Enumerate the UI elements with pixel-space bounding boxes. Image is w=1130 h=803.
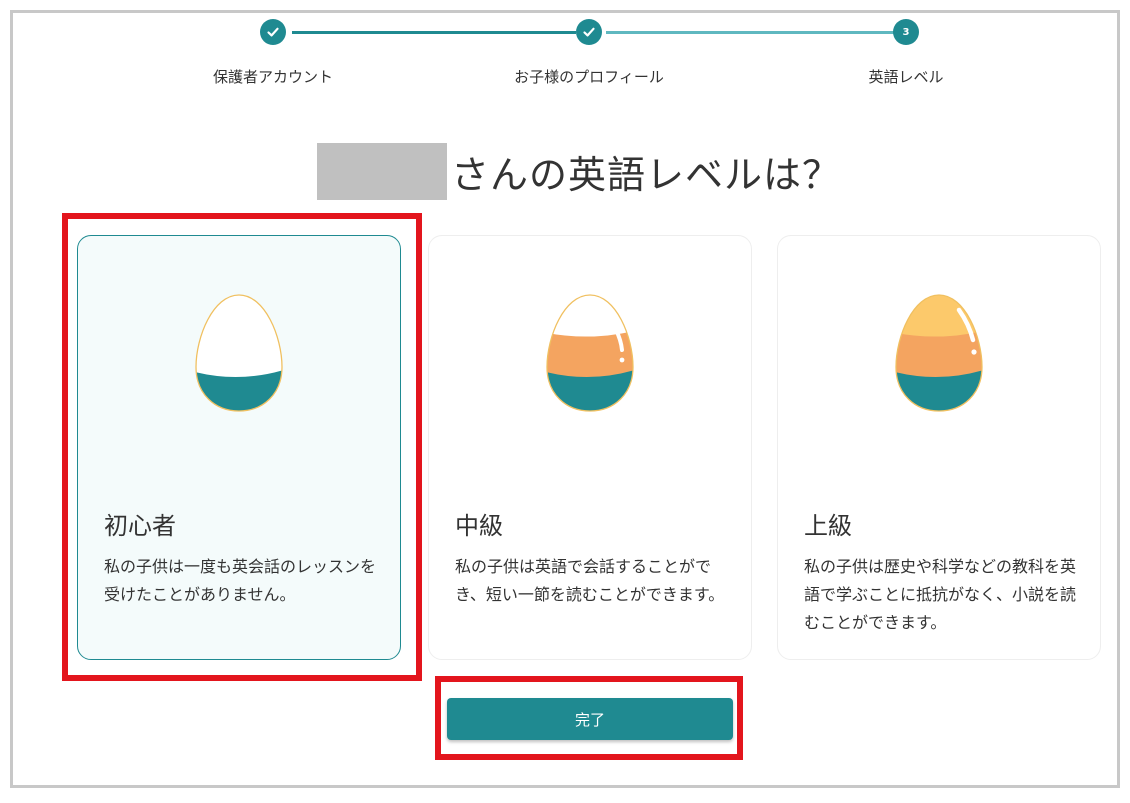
egg-beginner-icon (195, 294, 283, 412)
step-3-indicator: 3 (893, 19, 919, 45)
check-icon (583, 27, 595, 37)
step-1-label: 保護者アカウント (212, 68, 334, 86)
level-card-advanced[interactable]: 上級 私の子供は歴史や科学などの教科を英語で学ぶことに抵抗がなく、小説を読むこと… (777, 235, 1101, 660)
check-icon (267, 27, 279, 37)
step-3-number: 3 (902, 26, 910, 38)
level-name: 初心者 (104, 512, 176, 540)
step-3-label: 英語レベル (868, 68, 944, 86)
level-description: 私の子供は英語で会話することができ、短い一節を読むことができます。 (455, 557, 725, 604)
page-title: さんの英語レベルは？ (317, 143, 841, 200)
egg-advanced-icon (895, 294, 983, 412)
level-name: 上級 (804, 512, 852, 540)
step-2-indicator (576, 19, 602, 45)
child-name-redacted (317, 143, 447, 200)
step-2-label: お子様のプロフィール (514, 68, 664, 86)
step-connector-1 (292, 31, 576, 34)
level-card-intermediate[interactable]: 中級 私の子供は英語で会話することができ、短い一節を読むことができます。 (428, 235, 752, 660)
level-description: 私の子供は歴史や科学などの教科を英語で学ぶことに抵抗がなく、小説を読むことができ… (804, 557, 1077, 632)
step-1-indicator (260, 19, 286, 45)
level-description: 私の子供は一度も英会話のレッスンを受けたことがありません。 (104, 557, 377, 604)
page-title-text: さんの英語レベルは？ (451, 153, 842, 197)
step-connector-2 (606, 31, 894, 34)
done-button[interactable]: 完了 (447, 698, 733, 740)
level-card-beginner[interactable]: 初心者 私の子供は一度も英会話のレッスンを受けたことがありません。 (77, 235, 401, 660)
level-name: 中級 (455, 512, 503, 540)
egg-intermediate-icon (546, 294, 634, 412)
